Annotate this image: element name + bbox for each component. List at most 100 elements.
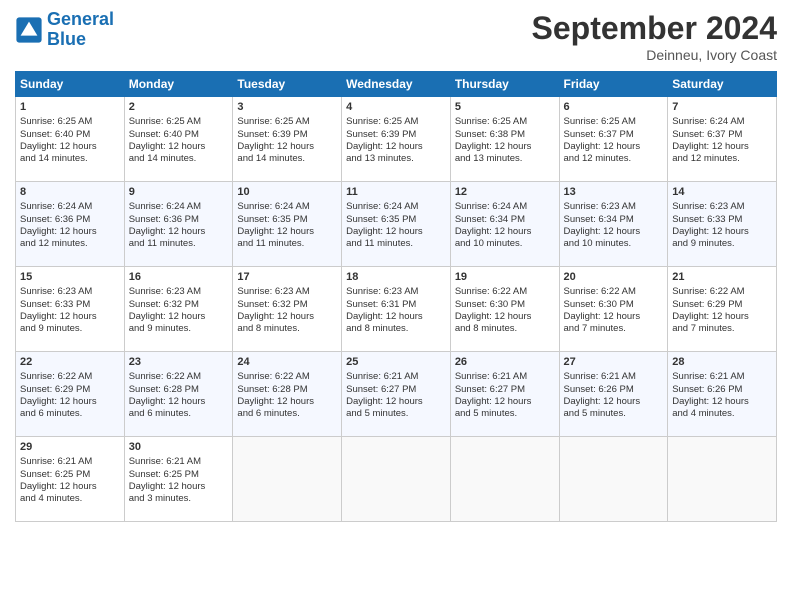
day-info: Daylight: 12 hours (20, 226, 120, 238)
calendar-cell: 5Sunrise: 6:25 AMSunset: 6:38 PMDaylight… (450, 97, 559, 182)
day-info: and 14 minutes. (237, 153, 337, 165)
header: General Blue September 2024 Deinneu, Ivo… (15, 10, 777, 63)
day-number: 19 (455, 270, 555, 284)
day-info: Sunset: 6:35 PM (237, 214, 337, 226)
day-info: Sunrise: 6:23 AM (564, 201, 664, 213)
calendar-cell: 28Sunrise: 6:21 AMSunset: 6:26 PMDayligh… (668, 352, 777, 437)
day-info: Sunset: 6:32 PM (129, 299, 229, 311)
day-info: Sunset: 6:26 PM (672, 384, 772, 396)
day-info: Sunrise: 6:22 AM (129, 371, 229, 383)
day-info: Sunrise: 6:21 AM (20, 456, 120, 468)
day-info: and 9 minutes. (129, 323, 229, 335)
day-number: 4 (346, 100, 446, 114)
day-info: and 13 minutes. (346, 153, 446, 165)
calendar-cell: 3Sunrise: 6:25 AMSunset: 6:39 PMDaylight… (233, 97, 342, 182)
day-info: and 7 minutes. (564, 323, 664, 335)
location-title: Deinneu, Ivory Coast (532, 47, 777, 63)
calendar-cell (559, 437, 668, 522)
day-number: 13 (564, 185, 664, 199)
day-number: 8 (20, 185, 120, 199)
day-info: Sunset: 6:25 PM (129, 469, 229, 481)
calendar-cell: 1Sunrise: 6:25 AMSunset: 6:40 PMDaylight… (16, 97, 125, 182)
day-number: 9 (129, 185, 229, 199)
calendar-cell: 7Sunrise: 6:24 AMSunset: 6:37 PMDaylight… (668, 97, 777, 182)
day-info: Daylight: 12 hours (129, 141, 229, 153)
calendar-cell: 19Sunrise: 6:22 AMSunset: 6:30 PMDayligh… (450, 267, 559, 352)
day-number: 23 (129, 355, 229, 369)
day-info: Sunrise: 6:25 AM (346, 116, 446, 128)
day-info: Sunset: 6:34 PM (455, 214, 555, 226)
day-info: Daylight: 12 hours (237, 311, 337, 323)
day-info: Sunset: 6:29 PM (672, 299, 772, 311)
day-info: Sunrise: 6:24 AM (672, 116, 772, 128)
day-info: Sunrise: 6:21 AM (564, 371, 664, 383)
day-number: 6 (564, 100, 664, 114)
calendar-cell: 13Sunrise: 6:23 AMSunset: 6:34 PMDayligh… (559, 182, 668, 267)
day-number: 20 (564, 270, 664, 284)
logo: General Blue (15, 10, 114, 50)
day-info: Daylight: 12 hours (455, 141, 555, 153)
day-info: and 13 minutes. (455, 153, 555, 165)
day-number: 28 (672, 355, 772, 369)
day-number: 5 (455, 100, 555, 114)
day-info: Daylight: 12 hours (129, 311, 229, 323)
calendar-cell: 2Sunrise: 6:25 AMSunset: 6:40 PMDaylight… (124, 97, 233, 182)
calendar-cell: 20Sunrise: 6:22 AMSunset: 6:30 PMDayligh… (559, 267, 668, 352)
day-info: Sunrise: 6:21 AM (672, 371, 772, 383)
day-number: 22 (20, 355, 120, 369)
calendar-cell: 23Sunrise: 6:22 AMSunset: 6:28 PMDayligh… (124, 352, 233, 437)
day-number: 3 (237, 100, 337, 114)
day-info: Sunset: 6:38 PM (455, 129, 555, 141)
day-info: and 6 minutes. (20, 408, 120, 420)
logo-icon (15, 16, 43, 44)
day-info: and 9 minutes. (672, 238, 772, 250)
day-info: Sunrise: 6:22 AM (20, 371, 120, 383)
calendar-cell (342, 437, 451, 522)
day-info: and 5 minutes. (455, 408, 555, 420)
day-info: Sunrise: 6:24 AM (20, 201, 120, 213)
day-info: Sunrise: 6:25 AM (129, 116, 229, 128)
day-info: and 4 minutes. (20, 493, 120, 505)
day-number: 1 (20, 100, 120, 114)
day-info: Sunrise: 6:21 AM (129, 456, 229, 468)
day-info: Sunrise: 6:22 AM (564, 286, 664, 298)
day-info: Sunset: 6:39 PM (237, 129, 337, 141)
day-info: Sunrise: 6:25 AM (564, 116, 664, 128)
calendar-cell: 10Sunrise: 6:24 AMSunset: 6:35 PMDayligh… (233, 182, 342, 267)
day-info: Daylight: 12 hours (672, 141, 772, 153)
weekday-header-tuesday: Tuesday (233, 72, 342, 97)
calendar-cell: 25Sunrise: 6:21 AMSunset: 6:27 PMDayligh… (342, 352, 451, 437)
weekday-header-thursday: Thursday (450, 72, 559, 97)
calendar-cell: 27Sunrise: 6:21 AMSunset: 6:26 PMDayligh… (559, 352, 668, 437)
day-info: Daylight: 12 hours (129, 481, 229, 493)
day-info: and 12 minutes. (20, 238, 120, 250)
calendar-week-4: 22Sunrise: 6:22 AMSunset: 6:29 PMDayligh… (16, 352, 777, 437)
day-info: Daylight: 12 hours (455, 396, 555, 408)
calendar-cell: 24Sunrise: 6:22 AMSunset: 6:28 PMDayligh… (233, 352, 342, 437)
day-info: and 8 minutes. (237, 323, 337, 335)
day-number: 14 (672, 185, 772, 199)
calendar-cell: 16Sunrise: 6:23 AMSunset: 6:32 PMDayligh… (124, 267, 233, 352)
day-number: 25 (346, 355, 446, 369)
day-info: Sunset: 6:27 PM (346, 384, 446, 396)
calendar-week-1: 1 Sunrise: 6:25 AM Sunset: 6:40 PM Daylight… (16, 97, 777, 182)
month-title: September 2024 (532, 10, 777, 47)
day-info: Sunset: 6:26 PM (564, 384, 664, 396)
day-info: Daylight: 12 hours (346, 311, 446, 323)
logo-line2: Blue (47, 29, 86, 49)
day-number: 10 (237, 185, 337, 199)
day-info: Daylight: 12 hours (237, 226, 337, 238)
weekday-row: SundayMondayTuesdayWednesdayThursdayFrid… (16, 72, 777, 97)
day-info: and 14 minutes. (129, 153, 229, 165)
day-info: Daylight: 12 hours (455, 226, 555, 238)
day-info: Sunset: 6:30 PM (455, 299, 555, 311)
day-info: and 5 minutes. (564, 408, 664, 420)
day-info: Sunrise: 6:23 AM (346, 286, 446, 298)
calendar-cell: 12Sunrise: 6:24 AMSunset: 6:34 PMDayligh… (450, 182, 559, 267)
day-number: 30 (129, 440, 229, 454)
day-info: Sunset: 6:40 PM (20, 129, 120, 141)
day-number: 21 (672, 270, 772, 284)
day-info: and 3 minutes. (129, 493, 229, 505)
day-info: and 5 minutes. (346, 408, 446, 420)
calendar-cell (233, 437, 342, 522)
